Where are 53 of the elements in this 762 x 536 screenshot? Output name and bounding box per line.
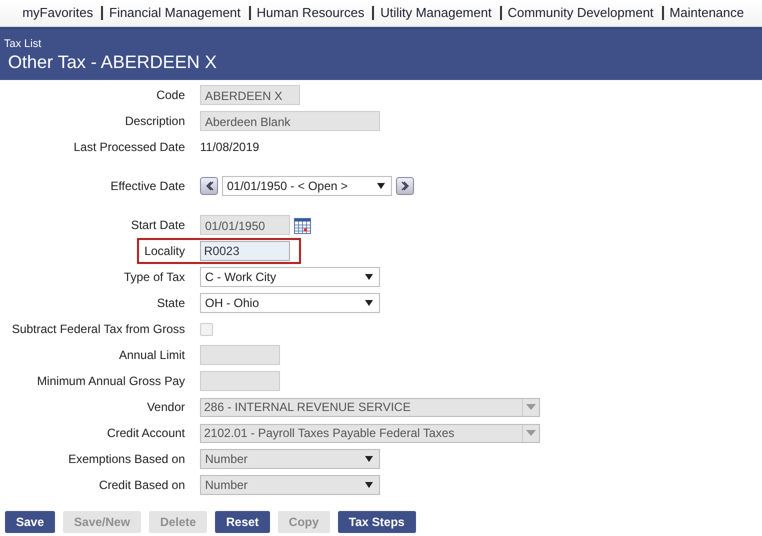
calendar-icon[interactable] <box>294 216 311 234</box>
field-label: Credit Based on <box>98 478 185 492</box>
page-title: Other Tax - ABERDEEN X <box>8 52 218 73</box>
field-label: Exemptions Based on <box>67 452 185 466</box>
menu-link[interactable]: Maintenance <box>662 6 750 20</box>
field-label: Minimum Annual Gross Pay <box>36 374 185 388</box>
field-label: Vendor <box>146 400 185 414</box>
dropdown-arrow-icon <box>365 274 373 280</box>
dropdown-arrow-icon <box>526 404 536 410</box>
action-button[interactable]: Tax Steps <box>338 511 416 533</box>
field-label: State <box>156 296 185 310</box>
dropdown-arrow-icon <box>365 482 373 488</box>
combo-box[interactable]: 2102.01 - Payroll Taxes Payable Federal Taxes <box>200 424 540 442</box>
combo-box[interactable]: 286 - INTERNAL REVENUE SERVICE <box>200 398 540 416</box>
dropdown-arrow-icon <box>526 430 536 436</box>
chevron-right-icon <box>400 181 410 191</box>
field-value: 11/08/2019 <box>200 140 260 154</box>
dropdown-arrow-icon <box>377 183 385 189</box>
readonly-field[interactable]: Aberdeen Blank <box>200 111 380 131</box>
effective-date-dropdown[interactable]: 01/01/1950 - < Open > <box>222 176 392 196</box>
menu-link[interactable]: myFavorites <box>16 6 100 20</box>
field-label: Last Processed Date <box>72 140 185 154</box>
dropdown-arrow-icon <box>365 456 373 462</box>
action-button[interactable]: Reset <box>215 511 270 533</box>
readonly-field[interactable]: ABERDEEN X <box>200 85 300 105</box>
readonly-field[interactable] <box>200 345 280 365</box>
field-label: Description <box>124 114 185 128</box>
menu-link[interactable]: Community Development <box>500 6 660 20</box>
field-label: Annual Limit <box>118 348 185 362</box>
menu-link[interactable]: Financial Management <box>101 6 247 20</box>
field-label: Start Date <box>130 218 185 232</box>
checkbox[interactable] <box>200 322 213 336</box>
field-label: Credit Account <box>106 426 185 440</box>
action-button[interactable]: Save <box>5 511 56 533</box>
field-label: Subtract Federal Tax from Gross <box>10 322 185 336</box>
menu-link[interactable]: Human Resources <box>248 6 370 20</box>
dropdown[interactable]: C - Work City <box>200 267 380 287</box>
menu-link[interactable]: Utility Management <box>372 6 498 20</box>
dropdown-arrow-icon <box>365 300 373 306</box>
dropdown[interactable]: Number <box>200 449 380 469</box>
previous-button[interactable] <box>200 177 218 195</box>
readonly-field[interactable] <box>200 371 280 391</box>
next-button[interactable] <box>396 177 414 195</box>
breadcrumb-link[interactable]: Tax List <box>4 38 762 50</box>
date-field[interactable]: 01/01/1950 <box>200 215 290 235</box>
field-label: Type of Tax <box>122 270 185 284</box>
field-label: Effective Date <box>110 179 185 193</box>
dropdown[interactable]: OH - Ohio <box>200 293 380 313</box>
dropdown[interactable]: Number <box>200 475 380 495</box>
field-label: Code <box>155 88 185 102</box>
field-label: Locality <box>143 244 185 258</box>
locality-input[interactable]: R0023 <box>200 241 290 261</box>
chevron-left-icon <box>204 181 214 191</box>
